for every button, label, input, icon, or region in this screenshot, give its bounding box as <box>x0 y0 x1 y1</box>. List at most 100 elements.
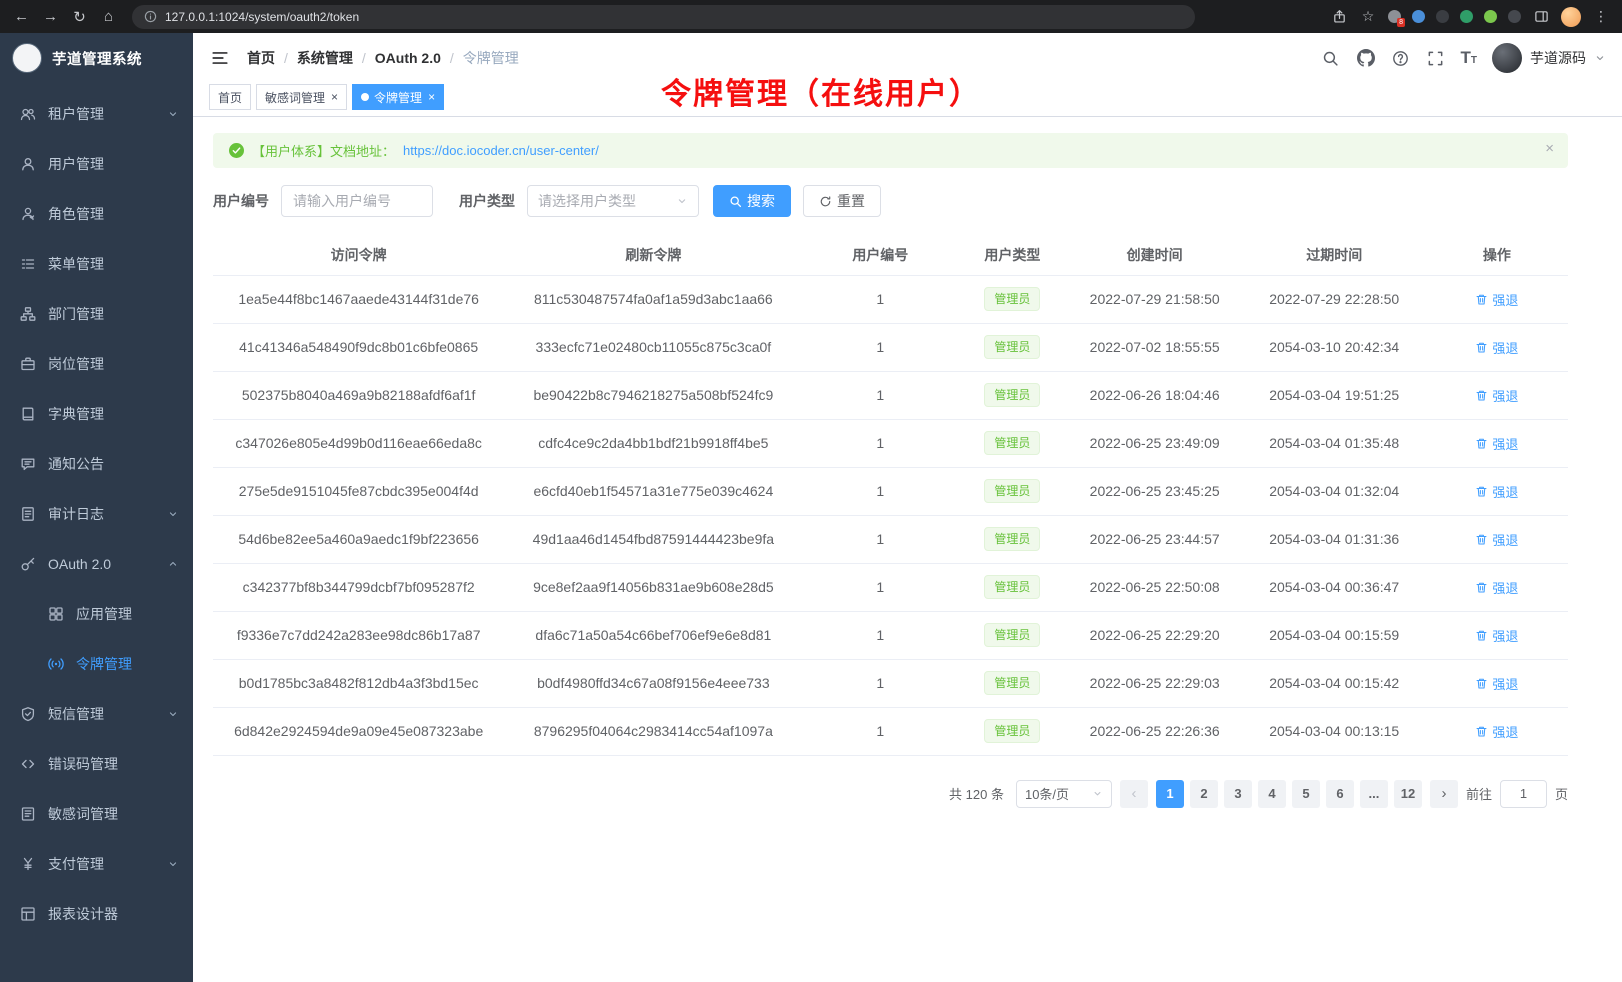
font-size-icon[interactable]: TT <box>1461 48 1478 68</box>
sidebar-item-role[interactable]: 角色管理 <box>0 189 193 239</box>
column-header: 创建时间 <box>1067 235 1243 275</box>
user-type-cell: 管理员 <box>958 467 1066 515</box>
actions-cell: 强退 <box>1426 323 1568 371</box>
force-logout-button[interactable]: 强退 <box>1475 674 1518 693</box>
page-button-3[interactable]: 3 <box>1224 780 1252 808</box>
sidebar-item-report[interactable]: 报表设计器 <box>0 889 193 939</box>
bookmark-star-icon[interactable]: ☆ <box>1359 8 1377 26</box>
extension-icon[interactable]: 8 <box>1388 10 1401 23</box>
sidebar-item-post[interactable]: 岗位管理 <box>0 339 193 389</box>
forward-icon[interactable]: → <box>37 3 64 30</box>
force-logout-button[interactable]: 强退 <box>1475 386 1518 405</box>
goto-label: 前往 <box>1466 784 1492 803</box>
site-info-icon[interactable] <box>144 10 157 23</box>
prev-page-button[interactable]: ‹ <box>1120 780 1148 808</box>
home-icon[interactable]: ⌂ <box>95 3 122 30</box>
force-logout-button[interactable]: 强退 <box>1475 290 1518 309</box>
sidebar-item-log[interactable]: 审计日志 <box>0 489 193 539</box>
force-logout-button[interactable]: 强退 <box>1475 338 1518 357</box>
user-menu[interactable]: 芋道源码 <box>1492 43 1606 73</box>
browser-profile-avatar[interactable] <box>1561 7 1581 27</box>
force-logout-button[interactable]: 强退 <box>1475 626 1518 645</box>
table-row: 502375b8040a469a9b82188afdf6af1fbe90422b… <box>213 371 1568 419</box>
sidebar-item-app[interactable]: 应用管理 <box>0 589 193 639</box>
tenant-icon <box>20 106 36 122</box>
sidebar-item-label: 错误码管理 <box>48 754 179 774</box>
extension-icon[interactable] <box>1412 10 1425 23</box>
force-logout-button[interactable]: 强退 <box>1475 482 1518 501</box>
user-id-input[interactable] <box>281 185 433 217</box>
page-button-6[interactable]: 6 <box>1326 780 1354 808</box>
sidebar-item-pay[interactable]: 支付管理 <box>0 839 193 889</box>
back-icon[interactable]: ← <box>8 3 35 30</box>
page-button-1[interactable]: 1 <box>1156 780 1184 808</box>
sidebar-item-sensitive[interactable]: 敏感词管理 <box>0 789 193 839</box>
sidebar-item-errcode[interactable]: 错误码管理 <box>0 739 193 789</box>
user-name: 芋道源码 <box>1530 48 1586 68</box>
sidebar-item-dept[interactable]: 部门管理 <box>0 289 193 339</box>
create-time-cell: 2022-06-25 22:50:08 <box>1067 563 1243 611</box>
share-icon[interactable] <box>1330 8 1348 26</box>
extension-icon[interactable] <box>1484 10 1497 23</box>
page-size-select[interactable]: 10条/页 <box>1016 780 1112 808</box>
side-panel-icon[interactable] <box>1532 8 1550 26</box>
sidebar-item-user[interactable]: 用户管理 <box>0 139 193 189</box>
post-icon <box>20 356 36 372</box>
page-button-2[interactable]: 2 <box>1190 780 1218 808</box>
force-logout-label: 强退 <box>1492 290 1518 309</box>
browser-menu-icon[interactable]: ⋮ <box>1592 8 1610 26</box>
github-icon[interactable] <box>1356 48 1376 68</box>
notice-icon <box>20 456 36 472</box>
tab-label: 首页 <box>218 89 242 106</box>
sidebar-item-label: 敏感词管理 <box>48 804 179 824</box>
force-logout-button[interactable]: 强退 <box>1475 434 1518 453</box>
url-bar[interactable]: 127.0.0.1:1024/system/oauth2/token <box>132 5 1195 29</box>
trash-icon <box>1475 437 1488 450</box>
search-button[interactable]: 搜索 <box>713 185 791 217</box>
create-time-cell: 2022-06-25 23:45:25 <box>1067 467 1243 515</box>
force-logout-button[interactable]: 强退 <box>1475 722 1518 741</box>
sidebar-item-sms[interactable]: 短信管理 <box>0 689 193 739</box>
sidebar-collapse-icon[interactable] <box>203 41 237 75</box>
force-logout-button[interactable]: 强退 <box>1475 578 1518 597</box>
user-id-cell: 1 <box>802 419 958 467</box>
doc-link[interactable]: https://doc.iocoder.cn/user-center/ <box>403 143 599 158</box>
reset-button[interactable]: 重置 <box>803 185 881 217</box>
user-type-cell: 管理员 <box>958 659 1066 707</box>
sidebar-item-oauth[interactable]: OAuth 2.0 <box>0 539 193 589</box>
tab-sensitive-words[interactable]: 敏感词管理× <box>256 84 347 110</box>
user-type-cell: 管理员 <box>958 611 1066 659</box>
help-icon[interactable] <box>1391 48 1411 68</box>
extension-icon[interactable] <box>1508 10 1521 23</box>
page-ellipsis[interactable]: ... <box>1360 780 1388 808</box>
tab-home[interactable]: 首页 <box>209 84 251 110</box>
sidebar-item-tenant[interactable]: 租户管理 <box>0 89 193 139</box>
reload-icon[interactable]: ↻ <box>66 3 93 30</box>
refresh-token-cell: 9ce8ef2aa9f14056b831ae9b608e28d5 <box>504 563 802 611</box>
breadcrumb-oauth[interactable]: OAuth 2.0 <box>375 50 441 66</box>
page-button-5[interactable]: 5 <box>1292 780 1320 808</box>
table-row: 6d842e2924594de9a09e45e087323abe8796295f… <box>213 707 1568 755</box>
close-icon[interactable]: × <box>428 91 435 103</box>
user-type-select[interactable]: 请选择用户类型 <box>527 185 699 217</box>
breadcrumb-home[interactable]: 首页 <box>247 48 275 68</box>
extension-icon[interactable] <box>1436 10 1449 23</box>
sidebar-item-dict[interactable]: 字典管理 <box>0 389 193 439</box>
search-icon[interactable] <box>1321 48 1341 68</box>
sidebar-item-menu[interactable]: 菜单管理 <box>0 239 193 289</box>
close-icon[interactable]: × <box>1545 140 1554 157</box>
table-row: 275e5de9151045fe87cbdc395e004f4de6cfd40e… <box>213 467 1568 515</box>
breadcrumb-system[interactable]: 系统管理 <box>297 48 353 68</box>
close-icon[interactable]: × <box>331 91 338 103</box>
force-logout-button[interactable]: 强退 <box>1475 530 1518 549</box>
sidebar-item-token[interactable]: 令牌管理 <box>0 639 193 689</box>
sidebar-item-notice[interactable]: 通知公告 <box>0 439 193 489</box>
tab-token-management[interactable]: 令牌管理× <box>352 84 444 110</box>
page-button-4[interactable]: 4 <box>1258 780 1286 808</box>
fullscreen-icon[interactable] <box>1426 48 1446 68</box>
page-button-12[interactable]: 12 <box>1394 780 1422 808</box>
extension-icon[interactable] <box>1460 10 1473 23</box>
refresh-token-cell: 811c530487574fa0af1a59d3abc1aa66 <box>504 275 802 323</box>
goto-page-input[interactable] <box>1500 780 1547 808</box>
next-page-button[interactable]: › <box>1430 780 1458 808</box>
